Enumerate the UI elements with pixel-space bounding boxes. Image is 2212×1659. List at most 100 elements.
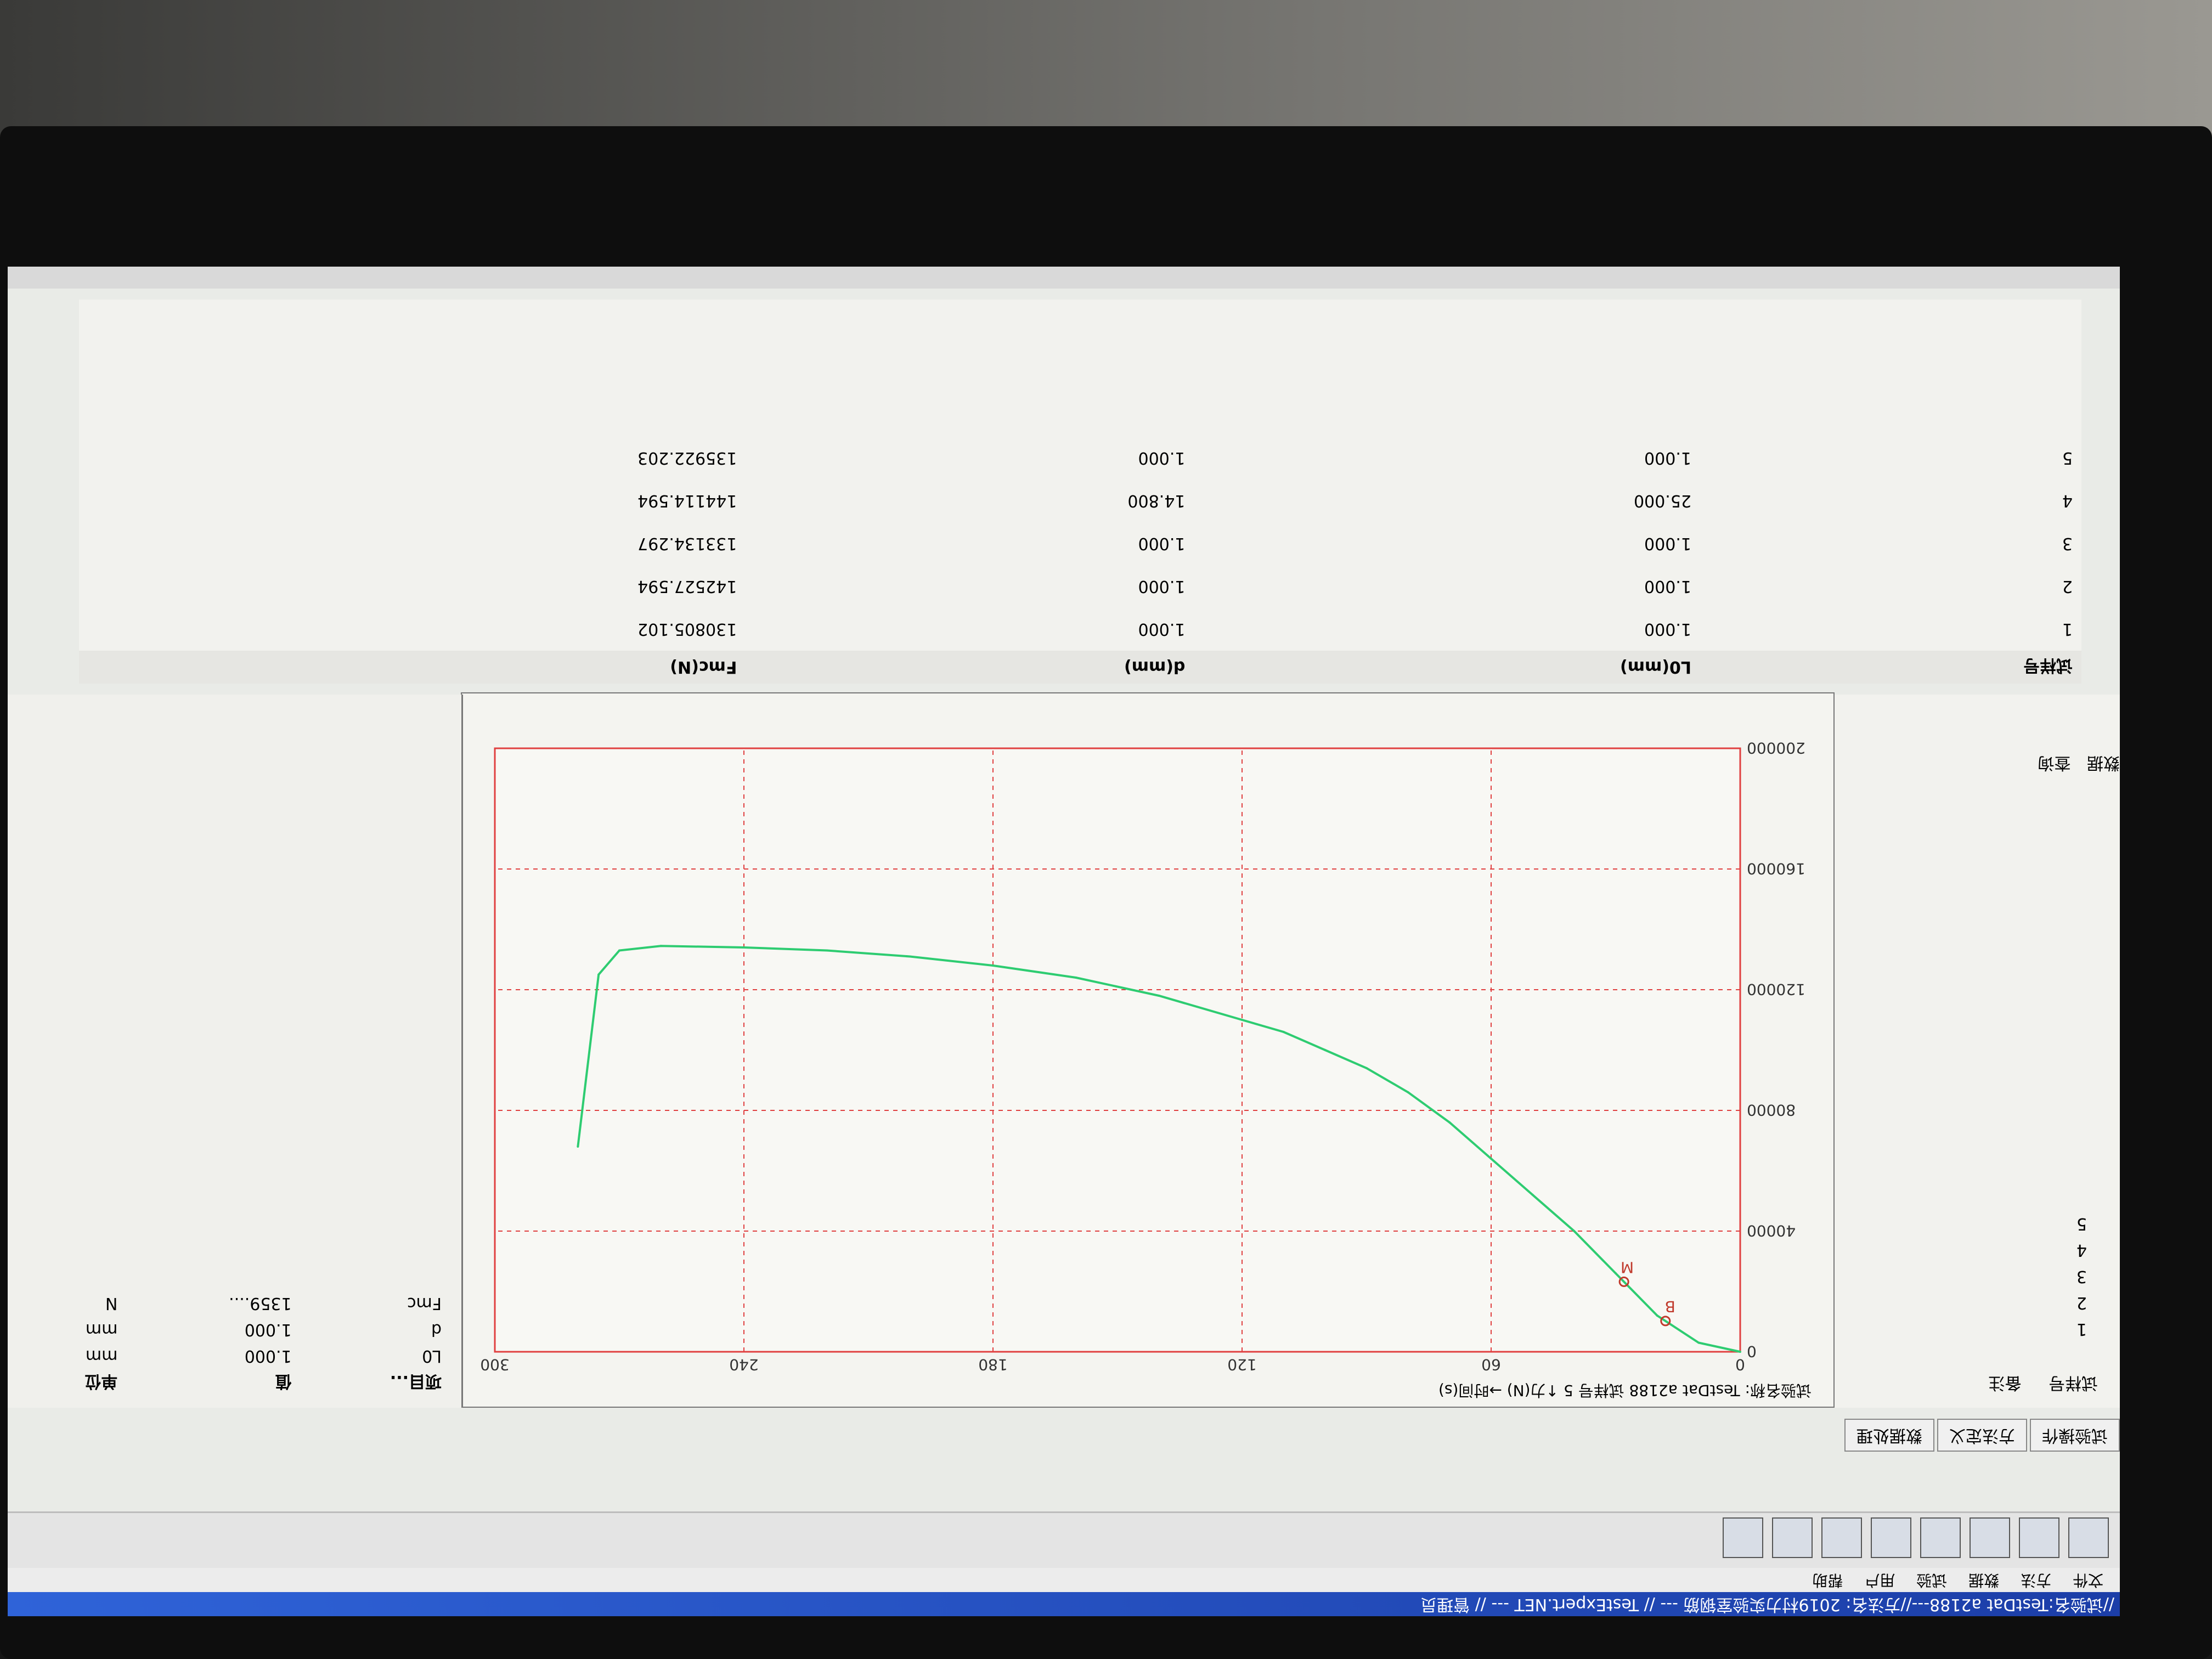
marker-label: B (1665, 1297, 1675, 1316)
cell-specimen: 5 (2062, 448, 2073, 468)
specimen-number: 2 (2076, 1293, 2087, 1312)
specimen-row[interactable]: 3 (1857, 1263, 2087, 1289)
cell-specimen: 1 (2062, 619, 2073, 639)
result-item-row: d 1.000 mm (17, 1317, 450, 1343)
curve-point (826, 949, 828, 952)
curve-point (1241, 1019, 1243, 1021)
col-specimen: 试样号 (2023, 656, 2073, 675)
toolbar-button-1[interactable] (2068, 1517, 2109, 1558)
chart-panel: 试验名称: TestDat a2188 试样号 5 ↑力(N) →时间(s) 0… (461, 692, 1835, 1408)
force-time-chart: 0 60 120 180 240 300 0 40000 80000 120000 160000 20… (480, 739, 1805, 1374)
plot-area (494, 747, 1741, 1353)
vertical-tab-query[interactable]: 查询 (2038, 753, 2070, 772)
curve-point (1407, 1091, 1409, 1093)
table-row[interactable]: 3 1.000 1.000 133134.297 (79, 522, 2081, 565)
result-item-row: Fmc 1359.... N (17, 1290, 450, 1317)
menu-item-user[interactable]: 用户 (1864, 1571, 1895, 1589)
results-table: 试样号 L0(mm) d(mm) Fmc(N) 1 1.000 1.000 13… (79, 437, 2081, 684)
cell-l0: 1.000 (1644, 448, 1691, 468)
unit-header: 单位 (84, 1372, 118, 1391)
curve-point (1697, 1341, 1700, 1344)
title-text: //试验名:TestDat a2188---//方法名: 2019村力实验室钢筋… (1420, 1595, 2114, 1614)
specimen-number: 4 (2076, 1240, 2087, 1260)
specimen-number: 3 (2076, 1267, 2087, 1286)
specimen-row[interactable]: 4 (1857, 1237, 2087, 1263)
menu-item-file[interactable]: 文件 (2073, 1571, 2103, 1589)
tab-method-definition[interactable]: 方法定义 (1937, 1419, 2027, 1452)
item-value: 1.000 (244, 1320, 292, 1340)
curve-point (1282, 1031, 1285, 1033)
col-fmc: Fmc(N) (670, 657, 737, 677)
specimen-row[interactable]: 5 (1857, 1210, 2087, 1237)
menu-item-help[interactable]: 帮助 (1812, 1571, 1843, 1589)
toolbar-button-5[interactable] (1871, 1517, 1911, 1558)
vertical-tab-data[interactable]: 数据 (2087, 753, 2120, 772)
toolbar-button-8[interactable] (1723, 1517, 1763, 1558)
item-unit: mm (85, 1320, 118, 1340)
curve-point (1490, 1158, 1492, 1160)
item-name: d (431, 1320, 442, 1340)
main-tabs: 试验操作 方法定义 数据处理 (1835, 1413, 2120, 1452)
curve-point (1158, 995, 1160, 997)
cell-l0: 1.000 (1644, 577, 1691, 596)
cell-l0: 25.000 (1633, 491, 1691, 511)
cell-d: 1.000 (1138, 534, 1186, 554)
curve-point (597, 973, 600, 976)
cell-specimen: 3 (2062, 534, 2073, 554)
x-tick-label: 120 (1227, 1356, 1256, 1374)
x-tick-label: 0 (1735, 1356, 1745, 1374)
cell-d: 1.000 (1138, 619, 1186, 639)
curve-point (1365, 1067, 1368, 1069)
table-row[interactable]: 1 1.000 1.000 130805.102 (79, 608, 2081, 651)
specimen-row[interactable]: 2 (1857, 1289, 2087, 1316)
toolbar-button-6[interactable] (1821, 1517, 1862, 1558)
item-unit: mm (85, 1346, 118, 1366)
result-items-panel: 项目... 值 单位 L0 1.000 mm d 1.000 mm Fmc 13… (8, 695, 463, 1408)
toolbar-button-3[interactable] (1970, 1517, 2010, 1558)
specimen-panel: 试样号 备注 1 2 3 4 5 数据 查询 (1833, 695, 2120, 1408)
marker-label: M (1621, 1258, 1634, 1276)
toolbar-button-7[interactable] (1772, 1517, 1813, 1558)
remark-header: 备注 (1988, 1373, 2022, 1392)
menu-bar: 文件 方法 数据 试验 用户 帮助 (8, 1568, 2120, 1592)
toolbar-button-4[interactable] (1920, 1517, 1961, 1558)
cell-fmc: 144114.594 (637, 491, 737, 511)
specimen-number: 1 (2076, 1319, 2087, 1339)
table-row[interactable]: 5 1.000 1.000 135922.203 (79, 437, 2081, 479)
menu-item-method[interactable]: 方法 (2021, 1571, 2051, 1589)
toolbar-button-2[interactable] (2019, 1517, 2059, 1558)
value-header: 值 (275, 1372, 292, 1391)
y-tick-label: 80000 (1747, 1101, 1796, 1119)
cell-fmc: 133134.297 (637, 534, 737, 554)
menu-item-data[interactable]: 数据 (1968, 1571, 1999, 1589)
tab-data-processing[interactable]: 数据处理 (1844, 1419, 1934, 1452)
specimen-header: 试样号 (2049, 1373, 2098, 1392)
table-row[interactable]: 2 1.000 1.000 142527.594 (79, 565, 2081, 608)
specimen-row[interactable]: 1 (1857, 1316, 2087, 1342)
y-tick-label: 120000 (1747, 980, 1805, 998)
curve-point (1739, 1351, 1741, 1353)
curve-point (1075, 977, 1077, 979)
specimen-list: 1 2 3 4 5 (1857, 1210, 2087, 1342)
menu-item-test[interactable]: 试验 (1916, 1571, 1947, 1589)
curve-point (618, 949, 620, 952)
curve-point (1324, 1049, 1327, 1051)
screen: //试验名:TestDat a2188---//方法名: 2019村力实验室钢筋… (8, 267, 2120, 1616)
item-value: 1359.... (229, 1294, 292, 1313)
cell-specimen: 4 (2062, 491, 2073, 511)
item-value: 1.000 (244, 1346, 292, 1366)
x-tick-label: 300 (480, 1356, 509, 1374)
cell-d: 14.800 (1127, 491, 1186, 511)
cell-l0: 1.000 (1644, 534, 1691, 554)
item-unit: N (105, 1294, 118, 1313)
result-items-table: 项目... 值 单位 L0 1.000 mm d 1.000 mm Fmc 13… (17, 1290, 450, 1397)
col-l0: L0(mm) (1620, 657, 1691, 677)
curve-point (577, 1146, 579, 1148)
cell-fmc: 135922.203 (637, 448, 737, 468)
curve-point (743, 946, 745, 949)
table-row[interactable]: 4 25.000 14.800 144114.594 (79, 479, 2081, 522)
curve-point (1656, 1314, 1658, 1317)
tab-test-operation[interactable]: 试验操作 (2030, 1419, 2120, 1452)
x-tick-label: 180 (978, 1356, 1007, 1374)
curve-point (1531, 1194, 1534, 1196)
